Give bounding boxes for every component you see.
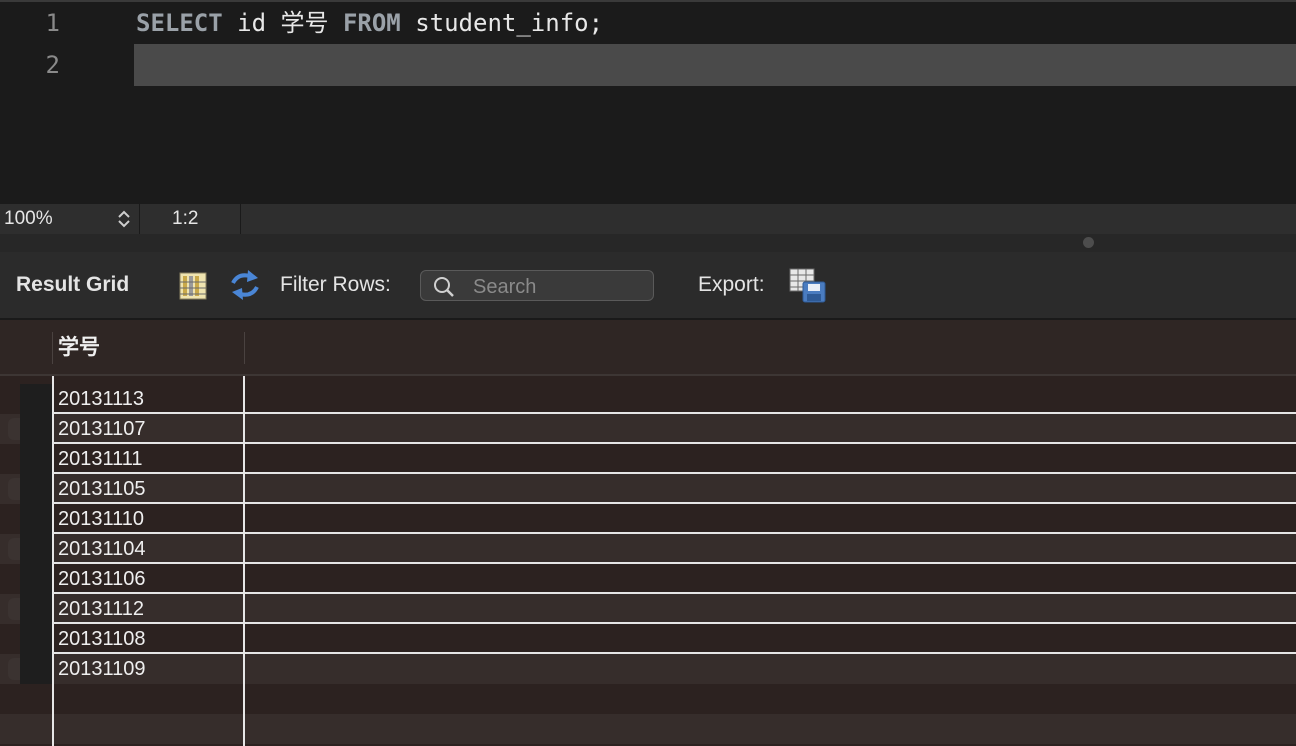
table-row[interactable]: 20131112 bbox=[0, 594, 1296, 624]
sql-text: student_info; bbox=[400, 9, 604, 37]
sql-code[interactable]: SELECT id 学号 FROM student_info; bbox=[136, 2, 603, 44]
column-header[interactable]: 学号 bbox=[58, 320, 100, 376]
column-divider[interactable] bbox=[244, 332, 245, 364]
line-number: 2 bbox=[45, 51, 60, 79]
row-gutter-mark bbox=[8, 598, 20, 620]
refresh-icon[interactable] bbox=[228, 270, 262, 300]
table-row[interactable]: 20131113 bbox=[0, 384, 1296, 414]
table-cell[interactable]: 20131113 bbox=[58, 384, 144, 414]
row-header[interactable] bbox=[20, 564, 52, 594]
panel-splitter[interactable] bbox=[0, 234, 1296, 252]
editor-line-1[interactable]: 1 SELECT id 学号 FROM student_info; bbox=[0, 2, 1296, 44]
sql-keyword: SELECT bbox=[136, 9, 223, 37]
table-cell[interactable]: 20131107 bbox=[58, 414, 146, 444]
zoom-level[interactable]: 100% bbox=[4, 204, 53, 234]
row-header[interactable] bbox=[20, 474, 52, 504]
empty-row bbox=[0, 684, 1296, 714]
row-header[interactable] bbox=[20, 384, 52, 414]
empty-row bbox=[0, 714, 1296, 744]
row-header[interactable] bbox=[20, 654, 52, 684]
table-row[interactable]: 20131105 bbox=[0, 474, 1296, 504]
export-icon[interactable] bbox=[789, 268, 827, 304]
table-row[interactable]: 20131106 bbox=[0, 564, 1296, 594]
search-input[interactable] bbox=[471, 273, 651, 301]
table-cell[interactable]: 20131105 bbox=[58, 474, 146, 504]
row-header[interactable] bbox=[20, 594, 52, 624]
row-gutter-mark bbox=[8, 538, 20, 560]
zoom-stepper-icon[interactable] bbox=[115, 209, 133, 229]
table-cell[interactable]: 20131112 bbox=[58, 594, 144, 624]
grid-header: 学号 bbox=[0, 320, 1296, 376]
table-row[interactable]: 20131104 bbox=[0, 534, 1296, 564]
editor-status-bar: 100% 1:2 bbox=[0, 204, 1296, 234]
splitter-handle[interactable] bbox=[1083, 237, 1094, 248]
result-toolbar: Result Grid Filter Rows: Export: bbox=[0, 252, 1296, 320]
editor-line-2[interactable]: 2 bbox=[0, 44, 1296, 86]
row-gutter-mark bbox=[8, 418, 20, 440]
table-cell[interactable]: 20131108 bbox=[58, 624, 146, 654]
line-number: 1 bbox=[45, 9, 60, 37]
form-editor-icon[interactable] bbox=[179, 272, 207, 300]
sql-keyword: FROM bbox=[342, 9, 401, 37]
row-header[interactable] bbox=[20, 414, 52, 444]
row-header[interactable] bbox=[20, 624, 52, 654]
row-gutter-mark bbox=[8, 478, 20, 500]
status-divider bbox=[240, 204, 241, 234]
row-header[interactable] bbox=[20, 444, 52, 474]
export-label: Export: bbox=[698, 273, 765, 296]
filter-search-box[interactable] bbox=[420, 270, 654, 301]
table-cell[interactable]: 20131111 bbox=[58, 444, 143, 474]
sql-text: id 学号 bbox=[222, 9, 343, 37]
grid-vertical-line bbox=[243, 376, 245, 746]
search-icon bbox=[434, 277, 454, 297]
table-cell[interactable]: 20131110 bbox=[58, 504, 144, 534]
table-row[interactable]: 20131107 bbox=[0, 414, 1296, 444]
cursor-position: 1:2 bbox=[172, 208, 199, 229]
table-row[interactable]: 20131109 bbox=[0, 654, 1296, 684]
result-grid-label[interactable]: Result Grid bbox=[16, 252, 129, 318]
column-divider[interactable] bbox=[52, 332, 53, 364]
table-row[interactable]: 20131111 bbox=[0, 444, 1296, 474]
grid-vertical-line bbox=[52, 376, 54, 746]
row-header[interactable] bbox=[20, 534, 52, 564]
status-divider bbox=[139, 204, 140, 234]
table-cell[interactable]: 20131104 bbox=[58, 534, 146, 564]
filter-rows-label: Filter Rows: bbox=[280, 273, 391, 296]
table-cell[interactable]: 20131109 bbox=[58, 654, 146, 684]
row-header[interactable] bbox=[20, 504, 52, 534]
table-row[interactable]: 20131108 bbox=[0, 624, 1296, 654]
row-gutter-mark bbox=[8, 658, 20, 680]
table-row[interactable]: 20131110 bbox=[0, 504, 1296, 534]
sql-editor[interactable]: 1 SELECT id 学号 FROM student_info; 2 bbox=[0, 0, 1296, 204]
table-cell[interactable]: 20131106 bbox=[58, 564, 146, 594]
